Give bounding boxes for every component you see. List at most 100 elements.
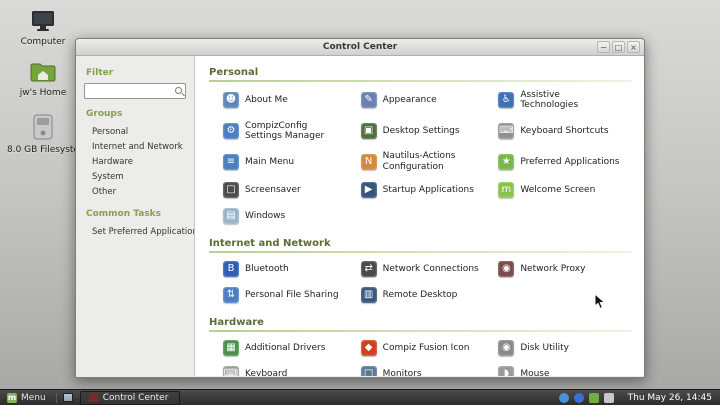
launcher-about-me[interactable]: ☻ About Me: [223, 90, 357, 111]
show-desktop-icon[interactable]: [62, 393, 73, 402]
bluetooth-icon[interactable]: [573, 392, 584, 403]
about-me-icon: ☻: [223, 92, 239, 109]
launcher-preferred-applications[interactable]: ★ Preferred Applications: [498, 151, 632, 172]
launcher-disk-utility[interactable]: ◉ Disk Utility: [498, 340, 632, 357]
main-menu-icon: ≡: [223, 153, 239, 170]
home-folder-icon: [30, 62, 56, 86]
launcher-appearance[interactable]: ✎ Appearance: [360, 90, 495, 111]
launcher-assistive-technologies[interactable]: ♿ Assistive Technologies: [498, 90, 632, 111]
update-manager-icon[interactable]: [558, 392, 569, 403]
appearance-icon: ✎: [360, 92, 377, 109]
launcher-personal-file-sharing[interactable]: ⇅ Personal File Sharing: [223, 287, 357, 304]
groups-list: Personal Internet and Network Hardware Syst…: [84, 124, 186, 199]
launcher-label: Disk Utility: [520, 342, 569, 353]
filter-heading: Filter: [86, 68, 114, 78]
additional-drivers-icon: ▦: [223, 340, 239, 357]
minimize-button[interactable]: −: [597, 41, 610, 53]
computer-icon: [30, 10, 56, 35]
desktop-icon-filesystem[interactable]: 8.0 GB Filesyste: [6, 114, 80, 156]
section-internet-and-network: Internet and Network B Bluetooth ⇄ Network C…: [209, 238, 632, 304]
section-divider: [209, 330, 632, 333]
launcher-label: Preferred Applications: [520, 156, 620, 167]
network-proxy-icon: ◉: [498, 261, 515, 278]
control-center-taskbar-icon: [88, 393, 98, 402]
desktop-icon-home[interactable]: jw's Home: [6, 62, 80, 99]
close-button[interactable]: ×: [627, 41, 640, 53]
launcher-label: Nautilus-Actions Configuration: [382, 151, 456, 172]
launcher-welcome-screen[interactable]: m Welcome Screen: [498, 182, 632, 199]
menu-button[interactable]: m Menu: [0, 390, 53, 405]
screensaver-icon: □: [223, 182, 239, 199]
launcher-main-menu[interactable]: ≡ Main Menu: [223, 151, 357, 172]
launcher-label: Monitors: [382, 368, 422, 376]
taskbar-window-button[interactable]: Control Center: [79, 390, 180, 405]
groups-heading: Groups: [86, 109, 123, 119]
desktop-icon-label: 8.0 GB Filesyste: [6, 145, 79, 155]
mouse-icon: ◗: [498, 366, 515, 376]
launcher-label: Startup Applications: [382, 184, 474, 195]
launcher-screensaver[interactable]: □ Screensaver: [223, 182, 357, 199]
clock[interactable]: Thu May 26, 14:45: [620, 393, 720, 403]
keyboard-shortcuts-icon: ⌨: [498, 123, 515, 140]
sidebar-item-other[interactable]: Other: [84, 184, 186, 199]
welcome-screen-icon: m: [498, 182, 515, 199]
launcher-compiz-fusion-icon[interactable]: ◆ Compiz Fusion Icon: [360, 340, 495, 357]
windows-icon: ▤: [223, 208, 239, 225]
desktop-icon-label: jw's Home: [19, 88, 67, 98]
filter-input[interactable]: [84, 83, 186, 99]
section-title: Personal: [209, 67, 259, 78]
launcher-network-proxy[interactable]: ◉ Network Proxy: [498, 261, 632, 278]
bluetooth-icon: B: [223, 261, 239, 278]
disk-utility-icon: ◉: [498, 340, 515, 357]
launcher-label: Compiz Fusion Icon: [382, 342, 470, 353]
common-tasks-list: Set Preferred Applications: [84, 224, 202, 239]
launcher-windows[interactable]: ▤ Windows: [223, 208, 357, 225]
launcher-label: Personal File Sharing: [245, 289, 339, 300]
launcher-label: Welcome Screen: [520, 184, 596, 195]
startup-applications-icon: ▶: [360, 182, 377, 199]
launcher-nautilus-actions-configuration[interactable]: N Nautilus-Actions Configuration: [360, 151, 495, 172]
launcher-compizconfig-settings-manager[interactable]: ⚙ CompizConfig Settings Manager: [223, 121, 357, 142]
section-title: Internet and Network: [209, 238, 331, 250]
sidebar-task-set-preferred-applications[interactable]: Set Preferred Applications: [84, 224, 202, 239]
system-tray: [558, 392, 614, 403]
menu-label: Menu: [21, 392, 46, 403]
launcher-bluetooth[interactable]: B Bluetooth: [223, 261, 357, 278]
sidebar-item-personal[interactable]: Personal: [84, 124, 186, 139]
desktop-settings-icon: ▣: [360, 123, 377, 140]
drive-icon: [33, 114, 53, 143]
sidebar-item-hardware[interactable]: Hardware: [84, 154, 186, 169]
launcher-label: CompizConfig Settings Manager: [245, 120, 325, 142]
launcher-monitors[interactable]: □ Monitors: [360, 366, 495, 376]
launcher-network-connections[interactable]: ⇄ Network Connections: [360, 261, 495, 278]
sidebar-item-internet-and-network[interactable]: Internet and Network: [84, 139, 186, 154]
launcher-startup-applications[interactable]: ▶ Startup Applications: [360, 182, 495, 199]
launcher-label: Mouse: [520, 368, 550, 376]
launcher-label: Appearance: [382, 95, 437, 106]
launcher-remote-desktop[interactable]: ▥ Remote Desktop: [360, 287, 495, 304]
sidebar-item-system[interactable]: System: [84, 169, 186, 184]
launcher-label: Bluetooth: [245, 263, 289, 274]
personal-file-sharing-icon: ⇅: [223, 287, 239, 304]
control-center-window: Control Center − □ × Filter Groups Perso…: [75, 38, 645, 378]
launcher-mouse[interactable]: ◗ Mouse: [498, 366, 632, 376]
remote-desktop-icon: ▥: [360, 287, 377, 304]
section-hardware: Hardware ▦ Additional Drivers ◆ Compiz Fusio…: [209, 317, 632, 376]
launcher-label: About Me: [245, 95, 288, 106]
assistive-technologies-icon: ♿: [498, 92, 515, 109]
launcher-keyboard-shortcuts[interactable]: ⌨ Keyboard Shortcuts: [498, 121, 632, 142]
battery-icon[interactable]: [588, 392, 599, 403]
launcher-label: Keyboard: [245, 368, 288, 376]
taskbar: m Menu Control Center Thu May 26, 14:45: [0, 389, 720, 405]
compizconfig-settings-manager-icon: ⚙: [223, 123, 239, 140]
mint-logo-icon: m: [7, 392, 17, 403]
desktop-icon-label: Computer: [20, 37, 66, 47]
section-divider: [209, 251, 632, 254]
launcher-additional-drivers[interactable]: ▦ Additional Drivers: [223, 340, 357, 357]
volume-icon[interactable]: [603, 392, 614, 403]
maximize-button[interactable]: □: [612, 41, 625, 53]
desktop-icon-computer[interactable]: Computer: [6, 10, 80, 48]
launcher-keyboard[interactable]: ⌨ Keyboard: [223, 366, 357, 376]
launcher-desktop-settings[interactable]: ▣ Desktop Settings: [360, 121, 495, 142]
titlebar[interactable]: Control Center − □ ×: [76, 39, 644, 56]
